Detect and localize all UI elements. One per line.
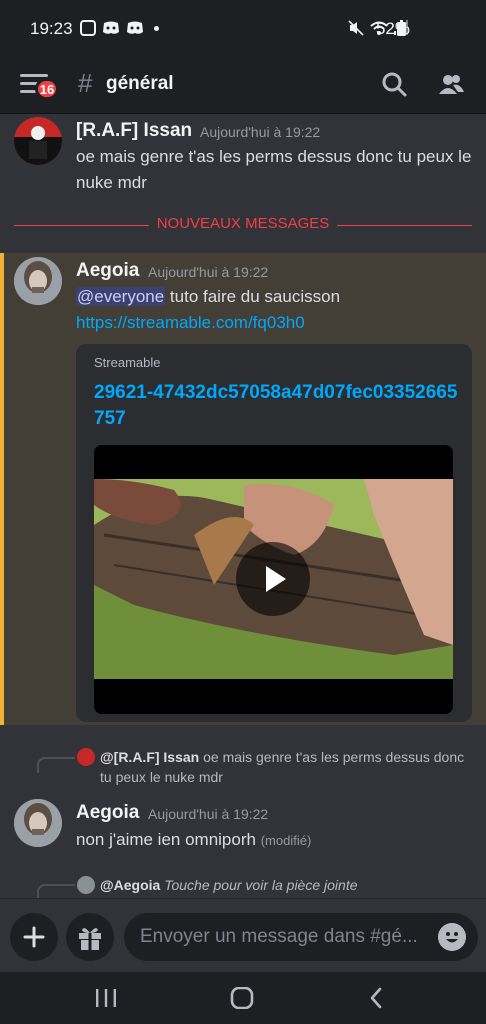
channel-hash-icon: # [78, 68, 93, 98]
embed-provider[interactable]: Streamable [94, 355, 160, 370]
reply-avatar [77, 876, 95, 894]
message-composer: Envoyer un message dans #gé... [0, 898, 486, 972]
emoji-icon[interactable] [438, 923, 466, 951]
discord-icon [127, 21, 143, 34]
notification-badge: 16 [35, 78, 59, 100]
gift-icon [79, 928, 101, 950]
discord-icon [103, 21, 119, 34]
channel-header: 16 # général [0, 58, 486, 114]
status-time: 19:23 [30, 19, 73, 38]
message-link[interactable]: https://streamable.com/fq03h0 [76, 310, 476, 336]
message-author[interactable]: Aegoia [76, 802, 139, 824]
avatar-image [14, 257, 62, 305]
message-text: oe mais genre t'as les perms dessus donc… [76, 147, 472, 192]
edited-label: (modifié) [260, 833, 312, 848]
status-bar: 19:23 52% [0, 0, 486, 58]
link-embed: Streamable 29621-47432dc57058a47d07fec03… [76, 344, 472, 722]
avatar[interactable] [14, 799, 62, 847]
everyone-mention[interactable]: @everyone [76, 287, 166, 306]
message[interactable]: Aegoia Aujourd'hui à 19:22 non j'aime ie… [0, 796, 486, 876]
new-messages-label: NOUVEAUX MESSAGES [0, 215, 486, 233]
message-body: tuto faire du saucisson [165, 287, 341, 306]
message-timestamp: Aujourd'hui à 19:22 [148, 806, 269, 822]
avatar[interactable] [14, 257, 62, 305]
more-dot-icon [154, 25, 159, 31]
reply-text: Touche pour voir la pièce jointe [164, 877, 358, 893]
message-body: non j'aime ien omniporh [76, 830, 256, 849]
message-author[interactable]: Aegoia [76, 260, 139, 282]
app-notification-icon [80, 20, 96, 36]
message-timestamp: Aujourd'hui à 19:22 [148, 264, 269, 280]
avatar-image [14, 117, 62, 165]
battery-icon [397, 20, 406, 36]
reply-avatar [77, 748, 95, 766]
add-attachment-button[interactable] [10, 913, 58, 961]
reply-preview[interactable]: @[R.A.F] Issan oe mais genre t'as les pe… [100, 747, 472, 787]
message-author[interactable]: [R.A.F] Issan [76, 120, 192, 142]
avatar-image [14, 799, 62, 847]
message-input-placeholder: Envoyer un message dans #gé... [140, 926, 418, 947]
message[interactable]: [R.A.F] Issan Aujourd'hui à 19:22 oe mai… [0, 114, 486, 204]
recent-apps-icon[interactable] [94, 988, 118, 1008]
message-text: non j'aime ien omniporh (modifié) [76, 827, 476, 854]
reply-connector [37, 757, 75, 773]
reply-author: @[R.A.F] Issan [100, 749, 200, 765]
search-icon[interactable] [380, 70, 410, 100]
embed-title[interactable]: 29621-47432dc57058a47d07fec03352665757 [94, 380, 464, 432]
home-icon[interactable] [230, 987, 254, 1009]
play-icon[interactable] [236, 542, 310, 616]
notification-icons [80, 20, 159, 36]
message-text: @everyone tuto faire du saucisson [76, 284, 476, 310]
message-input[interactable]: Envoyer un message dans #gé... [124, 913, 478, 961]
reply-preview[interactable]: @Aegoia Touche pour voir la pièce jointe [100, 875, 358, 895]
system-nav-bar [0, 972, 486, 1024]
video-thumbnail[interactable] [94, 445, 453, 714]
members-icon[interactable] [436, 70, 466, 100]
mute-icon [348, 20, 364, 36]
back-icon[interactable] [368, 987, 384, 1009]
reply-author: @Aegoia [100, 877, 161, 893]
gift-button[interactable] [66, 913, 114, 961]
avatar[interactable] [14, 117, 62, 165]
channel-name[interactable]: général [106, 73, 174, 95]
message-timestamp: Aujourd'hui à 19:22 [200, 124, 321, 140]
plus-icon [23, 926, 45, 948]
